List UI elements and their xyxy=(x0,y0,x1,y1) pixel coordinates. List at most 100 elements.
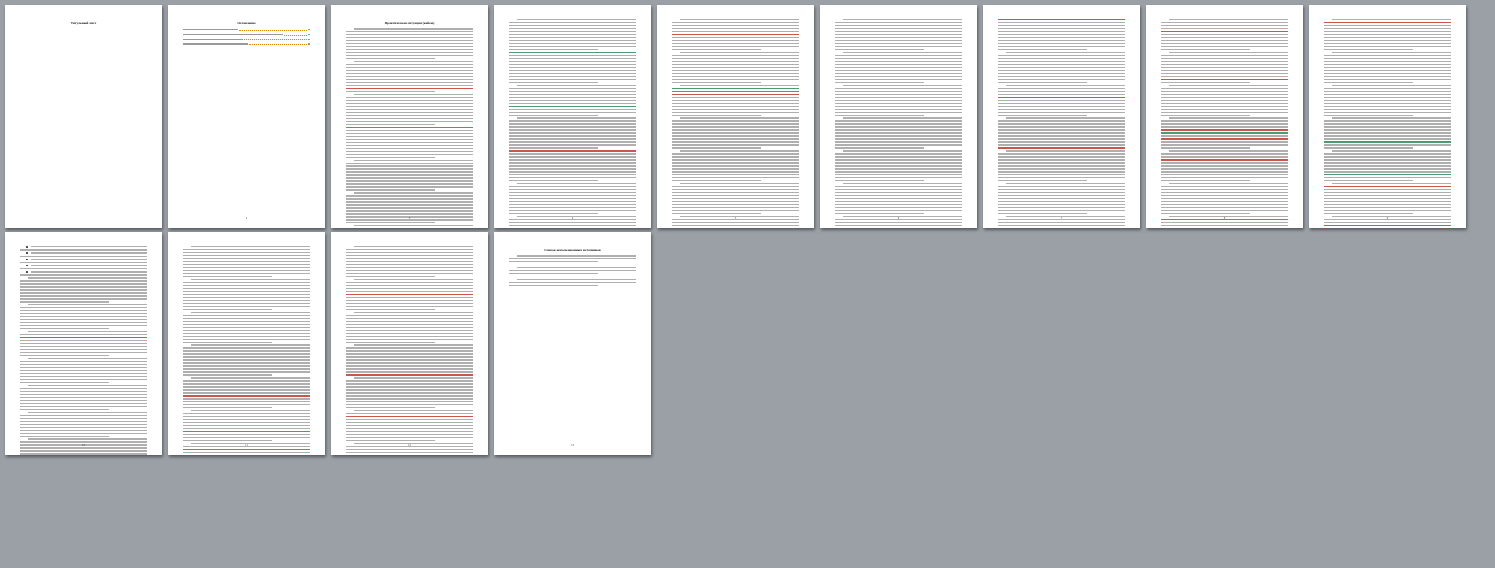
text-line xyxy=(346,189,435,191)
text-line xyxy=(1161,21,1288,24)
text-line xyxy=(346,162,473,164)
text-line xyxy=(183,329,310,331)
text-line xyxy=(835,189,962,191)
text-line xyxy=(346,37,473,39)
page-thumbnail-4[interactable]: 4 xyxy=(494,5,651,228)
text-line xyxy=(346,293,473,296)
text-line xyxy=(835,72,962,75)
page-thumbnail-1[interactable]: Титульный лист xyxy=(5,5,162,228)
text-line xyxy=(509,168,636,170)
text-line xyxy=(1161,207,1288,209)
text-line xyxy=(183,260,310,263)
text-line xyxy=(835,126,962,128)
text-line xyxy=(998,36,1125,39)
page-thumbnail-10[interactable]: 10 xyxy=(5,232,162,455)
text-line xyxy=(346,87,473,90)
text-line xyxy=(1324,114,1413,116)
text-line xyxy=(509,204,636,206)
text-line xyxy=(509,111,636,113)
text-line xyxy=(672,72,799,75)
text-line xyxy=(1332,51,1451,54)
text-line xyxy=(1324,147,1413,149)
text-line xyxy=(346,168,473,170)
text-line xyxy=(509,87,636,89)
page-thumbnail-2[interactable]: Оглавление 2 xyxy=(168,5,325,228)
text-line xyxy=(672,33,799,36)
page-thumbnail-5[interactable]: 5 xyxy=(657,5,814,228)
text-line xyxy=(672,141,799,143)
text-line xyxy=(843,51,962,54)
text-line xyxy=(835,180,924,182)
toc-entry[interactable] xyxy=(183,33,310,36)
text-line xyxy=(672,120,799,122)
text-line xyxy=(346,434,473,436)
toc-entry[interactable] xyxy=(183,28,310,31)
page-thumbnail-6[interactable]: 6 xyxy=(820,5,977,228)
text-line xyxy=(672,162,799,164)
text-line xyxy=(1161,132,1288,134)
text-line xyxy=(20,435,109,437)
text-line xyxy=(1161,141,1288,143)
text-line xyxy=(346,425,473,427)
text-line xyxy=(1169,51,1288,54)
text-line xyxy=(1169,19,1288,21)
text-line xyxy=(20,325,147,327)
page-thumbnail-13[interactable]: Список использованных источников 13 xyxy=(494,232,651,455)
page-thumbnail-7[interactable]: 7 xyxy=(983,5,1140,228)
text-line xyxy=(672,201,799,203)
text-line xyxy=(354,192,473,194)
text-line xyxy=(509,66,636,69)
text-line xyxy=(835,165,962,167)
text-line xyxy=(1161,105,1288,107)
text-line xyxy=(835,162,962,164)
text-line xyxy=(183,314,310,316)
text-line xyxy=(183,362,310,364)
text-line xyxy=(346,180,473,182)
text-line xyxy=(998,132,1125,134)
page-thumbnail-12[interactable]: 12 xyxy=(331,232,488,455)
page-number: 12 xyxy=(408,443,411,447)
text-line xyxy=(20,393,147,396)
toc-entry[interactable] xyxy=(183,38,310,41)
text-line xyxy=(346,305,473,307)
text-line xyxy=(998,21,1125,24)
text-line xyxy=(20,381,109,384)
text-line xyxy=(509,114,598,116)
text-line xyxy=(509,189,636,191)
bullet-item xyxy=(20,264,147,267)
document-canvas[interactable]: Титульный лист Оглавление 2 Практическая си… xyxy=(0,0,1495,568)
text-line xyxy=(346,365,473,367)
text-line xyxy=(1161,135,1288,137)
toc-leader xyxy=(249,43,307,46)
text-line xyxy=(672,108,799,110)
text-line xyxy=(346,308,435,310)
text-line xyxy=(672,96,799,98)
text-line xyxy=(346,281,473,284)
text-line xyxy=(672,165,799,167)
text-line xyxy=(998,30,1125,33)
text-line xyxy=(672,177,799,179)
text-line xyxy=(346,126,473,128)
page-thumbnail-3[interactable]: Практическая ситуация (кейсы) 3 xyxy=(331,5,488,228)
text-line xyxy=(998,33,1125,36)
text-line xyxy=(346,329,473,331)
text-line xyxy=(998,63,1125,66)
text-line xyxy=(346,350,473,352)
text-line xyxy=(672,60,799,63)
text-line xyxy=(1161,72,1288,75)
page-thumbnail-11[interactable]: 11 xyxy=(168,232,325,455)
text-line xyxy=(672,212,761,215)
text-line xyxy=(835,192,962,194)
toc-entry[interactable] xyxy=(183,43,310,46)
text-line xyxy=(1332,183,1451,185)
text-line xyxy=(509,129,636,131)
page-thumbnail-9[interactable]: 9 xyxy=(1309,5,1466,228)
text-line xyxy=(1324,168,1451,170)
page-number: 10 xyxy=(82,443,85,447)
toc-page-number xyxy=(308,33,310,36)
text-line xyxy=(183,347,310,349)
text-line xyxy=(346,299,473,302)
page-thumbnail-8[interactable]: 8 xyxy=(1146,5,1303,228)
text-line xyxy=(998,174,1125,176)
text-line xyxy=(1324,21,1451,24)
